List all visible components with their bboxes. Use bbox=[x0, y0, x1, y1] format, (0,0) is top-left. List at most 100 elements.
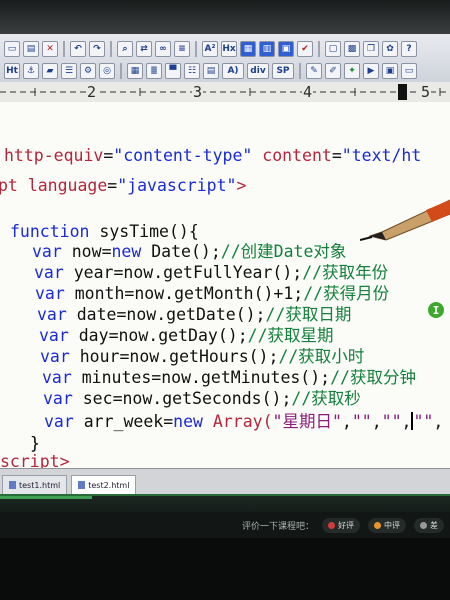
tab-test1[interactable]: test1.html bbox=[2, 475, 68, 494]
course-rating-bar: 评价一下课程吧： 好评 中评 差 bbox=[0, 512, 450, 538]
code-line-var: var minutes=now.getMinutes();//获取分钟 bbox=[42, 368, 416, 388]
link-icon[interactable]: ∞ bbox=[155, 41, 171, 57]
code-line-var: var year=now.getFullYear();//获取年份 bbox=[34, 263, 388, 283]
code-token-eq: = bbox=[103, 146, 114, 165]
ruler-label: 3 bbox=[192, 83, 204, 101]
tab-test2[interactable]: test2.html bbox=[71, 475, 137, 494]
cursor-indicator-icon: I bbox=[428, 302, 444, 318]
tab-label: test2.html bbox=[88, 480, 130, 490]
code-line-var: var hour=now.getHours();//获取小时 bbox=[40, 347, 364, 367]
settings-icon[interactable]: ✿ bbox=[382, 41, 398, 57]
toolbar-separator bbox=[63, 41, 65, 57]
document-tab-bar: test1.html test2.html bbox=[0, 468, 450, 494]
bad-icon bbox=[420, 521, 428, 529]
copy-icon[interactable]: ▭ bbox=[4, 41, 20, 57]
toolbar-row-2: Ht ⚓ ▰ ☰ ⚙ ◎ ▦ ≣ ▀ ☷ ▤ A) div SP ✎ ✐ ✦ ▶… bbox=[4, 61, 417, 81]
toolbar-separator bbox=[299, 63, 301, 79]
view-split-icon[interactable]: ▥ bbox=[259, 41, 275, 57]
script-icon[interactable]: ⚙ bbox=[80, 63, 96, 79]
span-button[interactable]: SP bbox=[272, 63, 294, 79]
code-line-var: var month=now.getMonth()+1;//获得月份 bbox=[35, 284, 389, 304]
replace-icon[interactable]: ⇄ bbox=[136, 41, 152, 57]
flash-icon[interactable]: ✦ bbox=[344, 63, 360, 79]
code-token-keyword: var bbox=[43, 389, 73, 408]
code-token-expression: now.getFullYear(); bbox=[123, 263, 303, 282]
align-icon[interactable]: ▤ bbox=[203, 63, 219, 79]
code-token-keyword: function bbox=[10, 222, 90, 241]
rows-icon[interactable]: ≣ bbox=[146, 63, 162, 79]
code-token-eq: = bbox=[113, 263, 124, 282]
view-design-icon[interactable]: ▣ bbox=[278, 41, 294, 57]
image-icon[interactable]: ▰ bbox=[42, 63, 58, 79]
table-icon[interactable]: ▦ bbox=[127, 63, 143, 79]
code-token-expression: now.getMinutes(); bbox=[161, 368, 331, 387]
code-token-keyword: var bbox=[39, 326, 69, 345]
code-line-var: var now=new Date();//创建Date对象 bbox=[32, 242, 346, 262]
code-token-eq: = bbox=[124, 284, 135, 303]
undo-icon[interactable]: ↶ bbox=[70, 41, 86, 57]
ruler-column-marker[interactable] bbox=[398, 84, 407, 100]
code-token-identifier: date bbox=[66, 305, 117, 324]
panel-icon[interactable]: ▣ bbox=[382, 63, 398, 79]
toolbar-separator bbox=[110, 41, 112, 57]
edit-icon[interactable]: ✎ bbox=[306, 63, 322, 79]
heading-button[interactable]: Hx bbox=[221, 41, 237, 57]
code-token-identifier: now bbox=[61, 242, 102, 261]
div-button[interactable]: div bbox=[247, 63, 269, 79]
view-code-icon[interactable]: ▦ bbox=[240, 41, 256, 57]
spellcheck-icon[interactable]: ✔ bbox=[297, 41, 313, 57]
code-token-comment: //获取年份 bbox=[302, 263, 389, 282]
superscript-button[interactable]: A² bbox=[202, 41, 218, 57]
code-token-attr: language bbox=[27, 176, 108, 195]
anchor-icon[interactable]: ⚓ bbox=[23, 63, 39, 79]
color-icon[interactable]: ▀ bbox=[165, 63, 181, 79]
rate-good-button[interactable]: 好评 bbox=[322, 517, 361, 533]
paste-icon[interactable]: ▤ bbox=[23, 41, 39, 57]
code-token-comment: //获取星期 bbox=[247, 326, 334, 345]
redo-icon[interactable]: ↷ bbox=[89, 41, 105, 57]
rate-bad-button[interactable]: 差 bbox=[414, 517, 445, 533]
video-progress[interactable] bbox=[0, 496, 92, 499]
media-icon[interactable]: ▶ bbox=[363, 63, 379, 79]
pen-pointer-icon bbox=[360, 199, 450, 241]
code-token-constructor: Array( bbox=[202, 412, 273, 431]
code-token-eq: = bbox=[331, 146, 342, 165]
cascade-icon[interactable]: ❐ bbox=[363, 41, 379, 57]
code-token-identifier: year bbox=[63, 263, 114, 282]
code-token-keyword: new bbox=[173, 412, 203, 431]
code-token-keyword: var bbox=[32, 242, 62, 261]
brush-icon[interactable]: ✐ bbox=[325, 63, 341, 79]
code-token-keyword: var bbox=[34, 263, 64, 282]
code-token-comma: , bbox=[433, 412, 444, 431]
code-editor[interactable]: http-equiv="content-type" content="text/… bbox=[0, 102, 450, 468]
code-token-comment: //获取小时 bbox=[278, 347, 365, 366]
code-token-eq: = bbox=[163, 412, 174, 431]
monitor-bezel-top bbox=[0, 0, 450, 34]
help-icon[interactable]: ? bbox=[401, 41, 417, 57]
code-token-string: "" bbox=[413, 412, 434, 431]
indent-icon[interactable]: ≡ bbox=[174, 41, 190, 57]
form-icon[interactable]: ☰ bbox=[61, 63, 77, 79]
html-tag-button[interactable]: Ht bbox=[4, 63, 20, 79]
code-token-expression: Date(); bbox=[141, 242, 221, 261]
font-button[interactable]: A) bbox=[222, 63, 244, 79]
code-token-eq: = bbox=[116, 305, 127, 324]
tile-icon[interactable]: ▩ bbox=[344, 41, 360, 57]
browser-icon[interactable]: ▭ bbox=[401, 63, 417, 79]
code-line-function: function sysTime(){ bbox=[10, 222, 199, 242]
code-token-keyword: var bbox=[40, 347, 70, 366]
code-token-keyword: new bbox=[111, 242, 142, 261]
code-token-keyword: var bbox=[42, 368, 72, 387]
rate-medium-button[interactable]: 中评 bbox=[368, 517, 407, 533]
code-token-tag: > bbox=[236, 176, 247, 195]
ruler: 2 3 4 5 bbox=[0, 82, 450, 103]
code-token-string: "text/ht bbox=[341, 146, 422, 165]
delete-icon[interactable]: ✕ bbox=[42, 41, 58, 57]
code-token-function-name: sysTime(){ bbox=[89, 222, 199, 241]
code-token-tag: pt bbox=[0, 176, 28, 195]
list-icon[interactable]: ☷ bbox=[184, 63, 200, 79]
window-icon[interactable]: ▢ bbox=[325, 41, 341, 57]
find-icon[interactable]: ⌕ bbox=[117, 41, 133, 57]
code-token-eq: = bbox=[119, 347, 130, 366]
style-icon[interactable]: ◎ bbox=[99, 63, 115, 79]
